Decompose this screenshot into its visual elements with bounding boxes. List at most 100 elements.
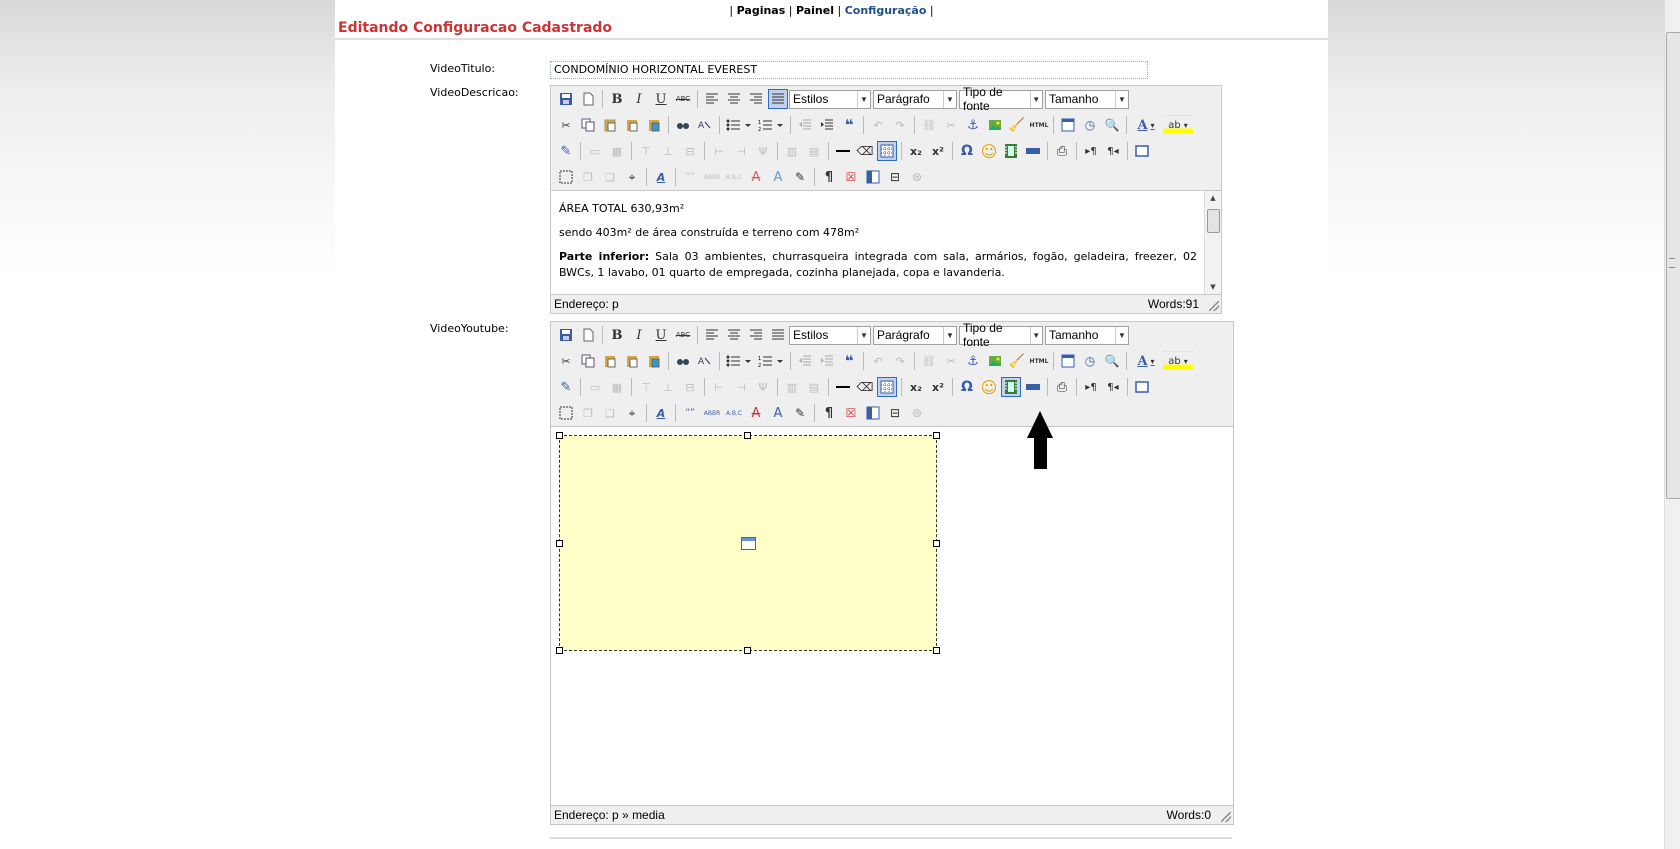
move-forward-icon[interactable]: ❐ xyxy=(578,403,598,423)
move-forward-icon[interactable]: ❐ xyxy=(578,167,598,187)
resize-handle-icon[interactable] xyxy=(1209,301,1219,311)
scroll-up-icon[interactable]: ▲ xyxy=(1205,191,1221,205)
align-justify-icon[interactable] xyxy=(768,325,788,345)
insert-date-icon[interactable] xyxy=(1058,115,1078,135)
fullscreen-icon[interactable] xyxy=(1132,141,1152,161)
copy-icon[interactable] xyxy=(578,351,598,371)
numbered-list-icon[interactable]: 12 xyxy=(756,351,786,371)
window-scrollbar[interactable] xyxy=(1664,0,1680,849)
outdent-icon[interactable] xyxy=(795,115,815,135)
insert-row-after-icon[interactable]: ⊥ xyxy=(658,141,678,161)
paste-icon[interactable] xyxy=(600,115,620,135)
redo-icon[interactable]: ↷ xyxy=(890,115,910,135)
find-icon[interactable] xyxy=(673,351,693,371)
nav-link-painel[interactable]: Painel xyxy=(796,4,834,17)
image-icon[interactable] xyxy=(985,351,1005,371)
table-cell-props-icon[interactable]: ▦ xyxy=(607,141,627,161)
nonbreaking-icon[interactable]: ☒ xyxy=(841,403,861,423)
absolute-position-icon[interactable]: ⌖ xyxy=(622,403,642,423)
template-icon[interactable] xyxy=(863,167,883,187)
scroll-thumb[interactable] xyxy=(1207,209,1220,233)
deletion-icon[interactable]: A xyxy=(746,403,766,423)
font-select[interactable]: Tipo de fonte ▼ xyxy=(959,85,1043,113)
rtl-icon[interactable]: ¶◂ xyxy=(1103,377,1123,397)
bulleted-list-icon[interactable] xyxy=(724,351,754,371)
resize-handle[interactable] xyxy=(933,432,940,439)
emotions-icon[interactable]: ☺ xyxy=(979,377,999,397)
paste-word-icon[interactable] xyxy=(644,115,664,135)
save-icon[interactable] xyxy=(556,325,576,345)
format-select[interactable]: Parágrafo ▼ xyxy=(873,89,957,109)
font-select[interactable]: Tipo de fonte ▼ xyxy=(959,321,1043,349)
paste-text-icon[interactable] xyxy=(622,115,642,135)
insert-col-before-icon[interactable]: ⊢ xyxy=(709,141,729,161)
anchor-icon[interactable]: ⚓ xyxy=(963,351,983,371)
underline-button[interactable]: U xyxy=(651,89,671,109)
split-cells-icon[interactable]: ▥ xyxy=(782,377,802,397)
insert-col-after-icon[interactable]: ⊣ xyxy=(731,377,751,397)
indent-icon[interactable] xyxy=(817,115,837,135)
resize-handle[interactable] xyxy=(744,432,751,439)
replace-icon[interactable]: A xyxy=(695,351,715,371)
strikethrough-button[interactable]: ABC xyxy=(673,89,693,109)
remove-format-icon[interactable]: ⌫ xyxy=(855,141,875,161)
link-icon[interactable]: ⛓ xyxy=(919,115,939,135)
table-row-props-icon[interactable]: ▭ xyxy=(585,141,605,161)
strikethrough-button[interactable]: ABC xyxy=(673,325,693,345)
table-cell-props-icon[interactable]: ▦ xyxy=(607,377,627,397)
nonbreaking-icon[interactable]: ☒ xyxy=(841,167,861,187)
fullscreen-icon[interactable] xyxy=(1132,377,1152,397)
save-icon[interactable] xyxy=(556,89,576,109)
indent-icon[interactable] xyxy=(817,351,837,371)
merge-cells-icon[interactable]: ▤ xyxy=(804,141,824,161)
ltr-icon[interactable]: ▸¶ xyxy=(1081,141,1101,161)
insertion-icon[interactable]: A xyxy=(768,403,788,423)
align-right-icon[interactable] xyxy=(746,89,766,109)
move-backward-icon[interactable]: ❏ xyxy=(600,167,620,187)
descricao-content[interactable]: ÁREA TOTAL 630,93m² sendo 403m² de área … xyxy=(551,191,1221,294)
align-right-icon[interactable] xyxy=(746,325,766,345)
undo-icon[interactable]: ↶ xyxy=(868,351,888,371)
descricao-scrollbar[interactable]: ▲ ▼ xyxy=(1204,191,1221,294)
page-break-icon[interactable]: ⊟ xyxy=(885,167,905,187)
resize-handle[interactable] xyxy=(744,647,751,654)
undo-icon[interactable]: ↶ xyxy=(868,115,888,135)
spellchecker-icon[interactable]: ⊛ xyxy=(907,167,927,187)
resize-handle[interactable] xyxy=(933,540,940,547)
rtl-icon[interactable]: ¶◂ xyxy=(1103,141,1123,161)
insert-row-after-icon[interactable]: ⊥ xyxy=(658,377,678,397)
special-char-icon[interactable]: Ω xyxy=(957,141,977,161)
text-color-icon[interactable]: A ▾ xyxy=(1131,351,1161,371)
split-cells-icon[interactable]: ▥ xyxy=(782,141,802,161)
new-page-icon[interactable] xyxy=(578,89,598,109)
nav-link-configuracao[interactable]: Configuração xyxy=(845,4,927,17)
ltr-icon[interactable]: ▸¶ xyxy=(1081,377,1101,397)
spellchecker-icon[interactable]: ⊛ xyxy=(907,403,927,423)
bold-button[interactable]: B xyxy=(607,325,627,345)
format-select[interactable]: Parágrafo ▼ xyxy=(873,325,957,345)
cleanup-icon[interactable]: 🧹 xyxy=(1007,115,1027,135)
replace-icon[interactable]: A xyxy=(695,115,715,135)
edit-form-icon[interactable]: ✎ xyxy=(556,377,576,397)
cite-icon[interactable]: “” xyxy=(680,403,700,423)
bold-button[interactable]: B xyxy=(607,89,627,109)
insert-layer-icon[interactable] xyxy=(1023,141,1043,161)
align-left-icon[interactable] xyxy=(702,89,722,109)
style-props-icon[interactable]: A xyxy=(651,403,671,423)
resize-handle[interactable] xyxy=(556,647,563,654)
styles-select[interactable]: Estilos ▼ xyxy=(789,325,871,345)
image-icon[interactable] xyxy=(985,115,1005,135)
table-row-props-icon[interactable]: ▭ xyxy=(585,377,605,397)
template-icon[interactable] xyxy=(863,403,883,423)
new-page-icon[interactable] xyxy=(578,325,598,345)
insert-col-after-icon[interactable]: ⊣ xyxy=(731,141,751,161)
superscript-button[interactable]: x² xyxy=(928,377,948,397)
print-icon[interactable]: ⎙ xyxy=(1052,141,1072,161)
text-color-icon[interactable]: A ▾ xyxy=(1131,115,1161,135)
insert-date-icon[interactable] xyxy=(1058,351,1078,371)
acronym-icon[interactable]: A.B.C xyxy=(724,403,744,423)
show-blocks-icon[interactable]: ¶ xyxy=(819,403,839,423)
superscript-button[interactable]: x² xyxy=(928,141,948,161)
styles-select[interactable]: Estilos ▼ xyxy=(789,89,871,109)
copy-icon[interactable] xyxy=(578,115,598,135)
